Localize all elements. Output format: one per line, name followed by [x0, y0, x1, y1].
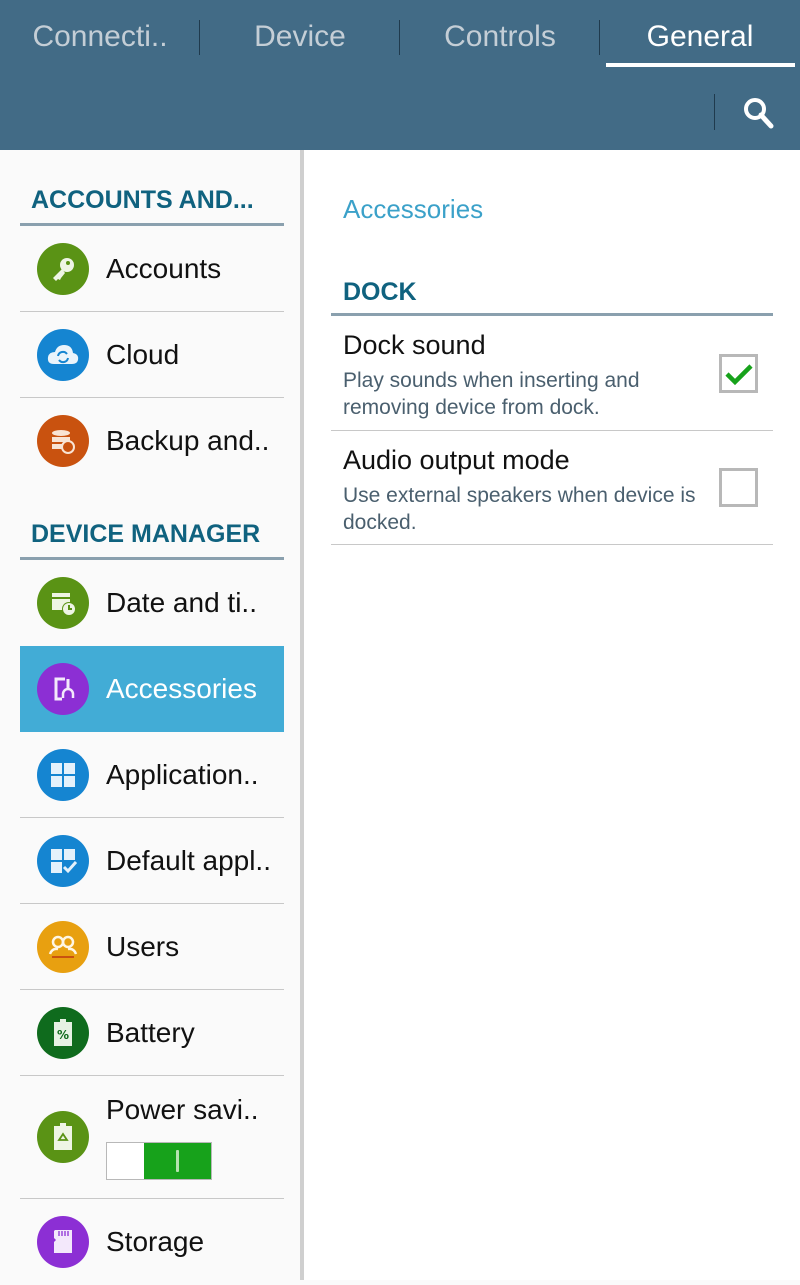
key-icon: [37, 242, 89, 295]
sidebar-item-date-time[interactable]: Date and ti..: [20, 560, 284, 646]
power-saving-toggle[interactable]: [106, 1142, 212, 1180]
users-icon: [37, 920, 89, 973]
apps-grid-icon: [37, 748, 89, 801]
toggle-on-area: [144, 1143, 211, 1179]
sidebar-item-power-saving[interactable]: Power savi..: [20, 1076, 284, 1199]
sidebar-item-applications[interactable]: Application..: [20, 732, 284, 818]
top-action-bar: Connecti.. Device Controls General: [0, 0, 800, 150]
checkmark-icon: [724, 363, 753, 385]
search-icon: [744, 98, 774, 129]
sidebar-item-default-applications[interactable]: Default appl..: [20, 818, 284, 904]
tab-label: Controls: [444, 20, 556, 53]
tab-device[interactable]: Device: [200, 0, 400, 78]
backup-icon: [37, 415, 89, 467]
sidebar-item-label: Power savi..: [106, 1094, 259, 1125]
action-divider: [714, 94, 715, 130]
sd-card-icon: [37, 1216, 89, 1268]
sidebar-item-label: Cloud: [106, 338, 180, 370]
sidebar-item-label: Accounts: [106, 252, 222, 284]
settings-detail-pane: Accessories DOCK Dock sound Play sounds …: [304, 150, 800, 1280]
sidebar-item-backup[interactable]: Backup and..: [20, 398, 284, 484]
sidebar-item-accounts[interactable]: Accounts: [20, 226, 284, 312]
section-header-device-manager: DEVICE MANAGER: [20, 520, 284, 560]
section-header-accounts: ACCOUNTS AND...: [20, 186, 284, 226]
pref-summary: Use external speakers when device is doc…: [343, 484, 696, 534]
tab-connections[interactable]: Connecti..: [0, 0, 200, 78]
pref-audio-output-mode[interactable]: Audio output mode Use external speakers …: [331, 431, 773, 545]
sidebar-item-accessories[interactable]: Accessories: [20, 646, 284, 732]
dock-sound-checkbox[interactable]: [719, 354, 758, 393]
power-saving-content: Power savi..: [106, 1094, 259, 1180]
tab-label: Connecti..: [32, 20, 168, 53]
pref-summary: Play sounds when inserting and removing …: [343, 369, 640, 419]
sidebar-item-label: Backup and..: [106, 425, 270, 456]
sidebar-item-label: Application..: [106, 758, 259, 790]
accessories-icon: [37, 663, 89, 715]
toggle-off-area: [107, 1143, 144, 1179]
active-tab-indicator: [606, 63, 795, 67]
settings-sidebar: ACCOUNTS AND... Accounts Cloud Backup an…: [0, 150, 300, 1280]
pref-dock-sound[interactable]: Dock sound Play sounds when inserting an…: [331, 316, 773, 431]
power-saving-icon: [37, 1111, 89, 1163]
search-button[interactable]: [730, 90, 786, 136]
sidebar-item-label: Accessories: [106, 673, 257, 704]
sidebar-item-battery[interactable]: % Battery: [20, 990, 284, 1076]
tab-bar: Connecti.. Device Controls General: [0, 0, 800, 78]
tab-label: General: [646, 20, 754, 53]
cloud-sync-icon: [37, 328, 89, 381]
sidebar-item-storage[interactable]: Storage: [20, 1199, 284, 1285]
tab-general[interactable]: General: [600, 0, 800, 78]
sidebar-item-label: Storage: [106, 1226, 205, 1257]
pref-title: Audio output mode: [343, 445, 570, 475]
section-header-dock: DOCK: [331, 278, 773, 316]
tab-controls[interactable]: Controls: [400, 0, 600, 78]
calendar-clock-icon: [37, 577, 89, 629]
battery-icon: %: [37, 1006, 89, 1059]
svg-text:%: %: [57, 1028, 69, 1042]
audio-output-mode-checkbox[interactable]: [719, 468, 758, 507]
sidebar-item-label: Battery: [106, 1016, 195, 1048]
sidebar-item-label: Date and ti..: [106, 587, 257, 618]
sidebar-item-cloud[interactable]: Cloud: [20, 312, 284, 398]
page-title: Accessories: [343, 194, 484, 224]
default-apps-icon: [37, 834, 89, 887]
sidebar-item-label: Users: [106, 930, 180, 962]
pref-title: Dock sound: [343, 330, 486, 360]
toggle-thumb: [176, 1150, 179, 1172]
sidebar-item-label: Default appl..: [106, 844, 271, 876]
tab-label: Device: [254, 20, 346, 53]
sidebar-item-users[interactable]: Users: [20, 904, 284, 990]
